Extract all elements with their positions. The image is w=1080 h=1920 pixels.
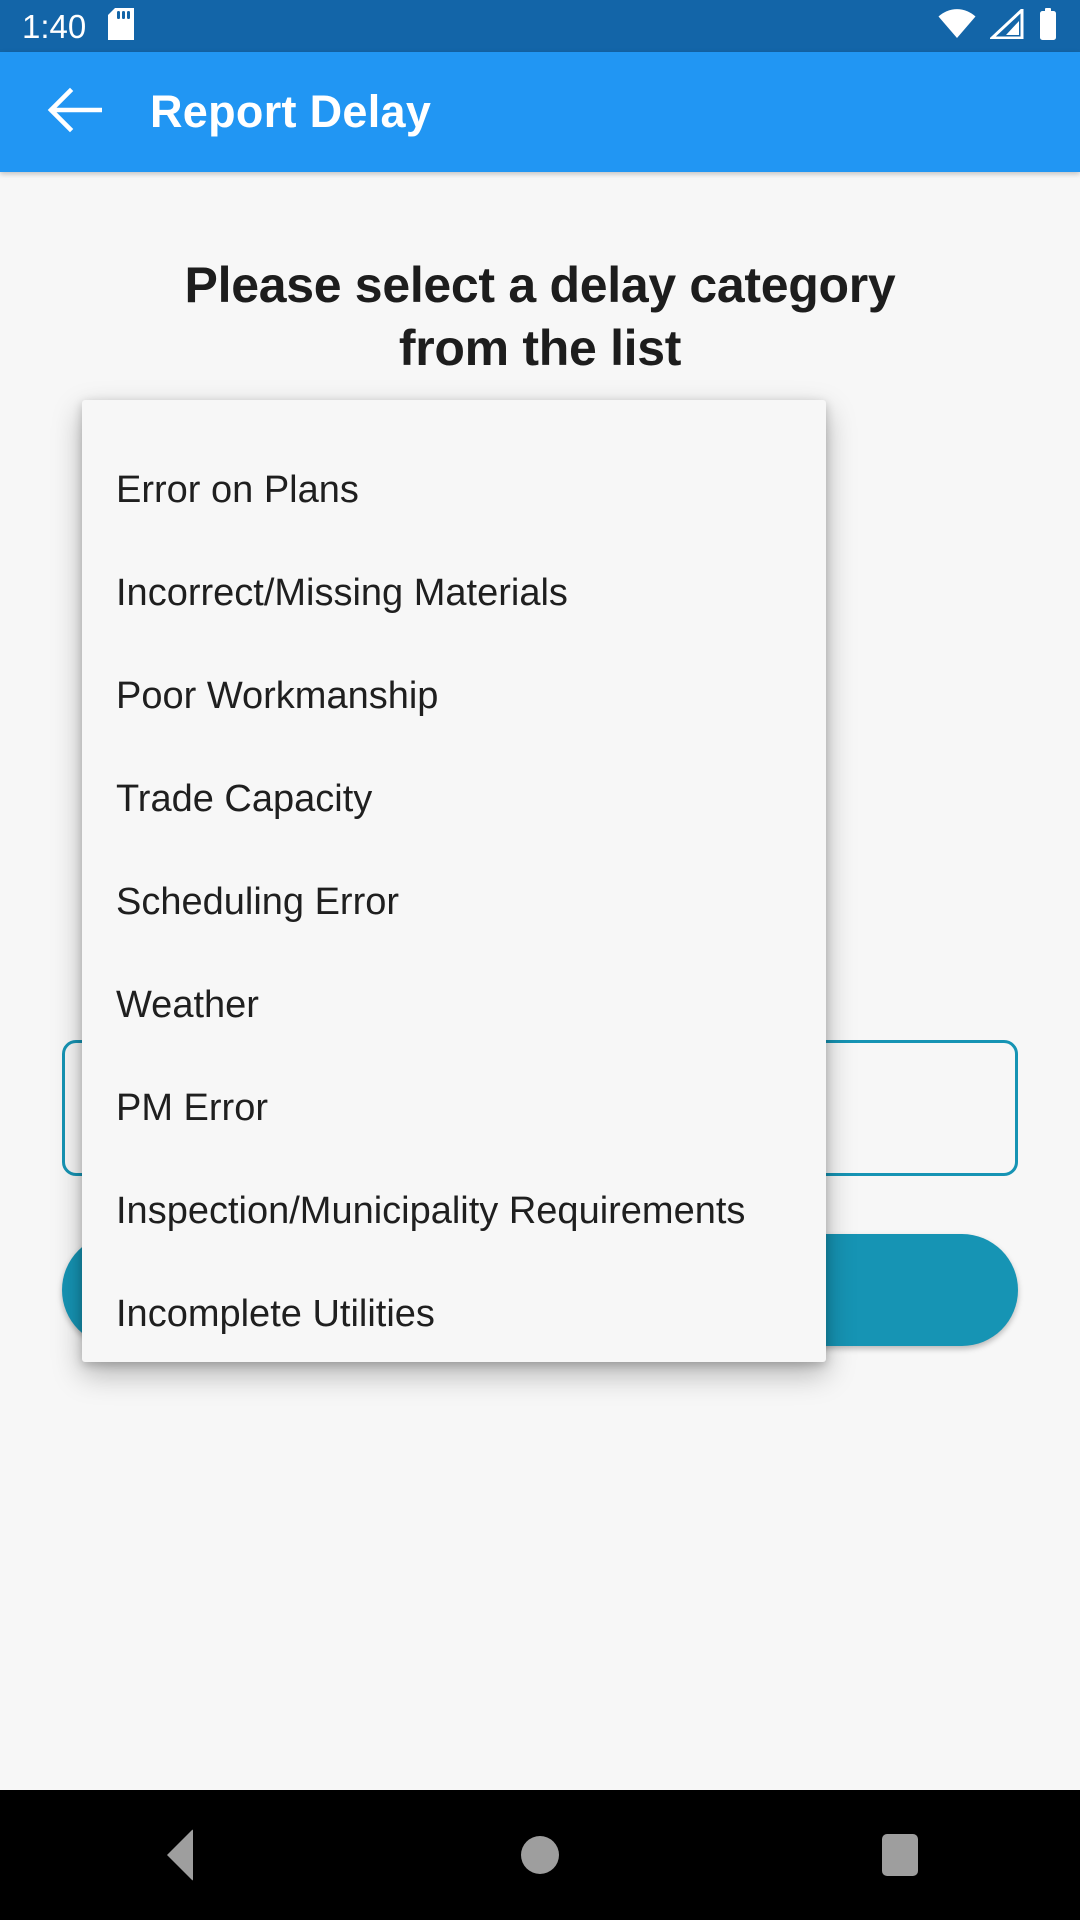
status-bar-left: 1:40 xyxy=(22,7,135,45)
list-item-label: Trade Capacity xyxy=(116,777,373,820)
phone-screen: 1:40 Report Delay Please select a delay … xyxy=(0,0,1080,1920)
square-recents-icon xyxy=(882,1834,918,1876)
list-item-label: Poor Workmanship xyxy=(116,674,439,717)
list-item[interactable]: Incorrect/Missing Materials xyxy=(82,541,826,644)
list-item-label: Incomplete Utilities xyxy=(116,1292,435,1335)
list-item-label: PM Error xyxy=(116,1086,268,1129)
battery-icon xyxy=(1038,7,1058,45)
delay-category-dialog: Error on Plans Incorrect/Missing Materia… xyxy=(82,400,826,1362)
list-item-label: Incorrect/Missing Materials xyxy=(116,571,568,614)
app-bar: Report Delay xyxy=(0,52,1080,172)
list-item-label: Error on Plans xyxy=(116,468,359,511)
list-item-label: Inspection/Municipality Requirements xyxy=(116,1189,746,1232)
list-item[interactable]: Weather xyxy=(82,953,826,1056)
list-item[interactable]: Trade Capacity xyxy=(82,747,826,850)
back-button[interactable] xyxy=(26,64,122,160)
delay-category-list: Error on Plans Incorrect/Missing Materia… xyxy=(82,400,826,1362)
list-item[interactable]: Inspection/Municipality Requirements xyxy=(82,1159,826,1262)
arrow-back-icon xyxy=(46,85,103,140)
nav-recents-button[interactable] xyxy=(820,1790,980,1920)
prompt-heading: Please select a delay category from the … xyxy=(184,257,896,376)
status-time: 1:40 xyxy=(22,7,87,45)
list-item[interactable]: Poor Workmanship xyxy=(82,644,826,747)
list-item[interactable]: Error on Plans xyxy=(82,438,826,541)
list-item[interactable]: Scheduling Error xyxy=(82,850,826,953)
sd-card-icon xyxy=(108,7,135,45)
wifi-icon xyxy=(938,8,976,44)
status-bar: 1:40 xyxy=(0,0,1080,52)
nav-home-button[interactable] xyxy=(460,1790,620,1920)
list-item[interactable]: PM Error xyxy=(82,1056,826,1159)
cellular-signal-icon xyxy=(988,6,1024,44)
list-item-label: Scheduling Error xyxy=(116,880,400,923)
list-item[interactable]: Incomplete Utilities xyxy=(82,1262,826,1362)
system-navigation-bar xyxy=(0,1790,1080,1920)
triangle-back-icon xyxy=(167,1829,193,1881)
page-title: Report Delay xyxy=(150,86,432,137)
list-item-label: Weather xyxy=(116,983,259,1026)
nav-back-button[interactable] xyxy=(100,1790,260,1920)
circle-home-icon xyxy=(521,1836,559,1874)
status-bar-right xyxy=(938,6,1058,45)
